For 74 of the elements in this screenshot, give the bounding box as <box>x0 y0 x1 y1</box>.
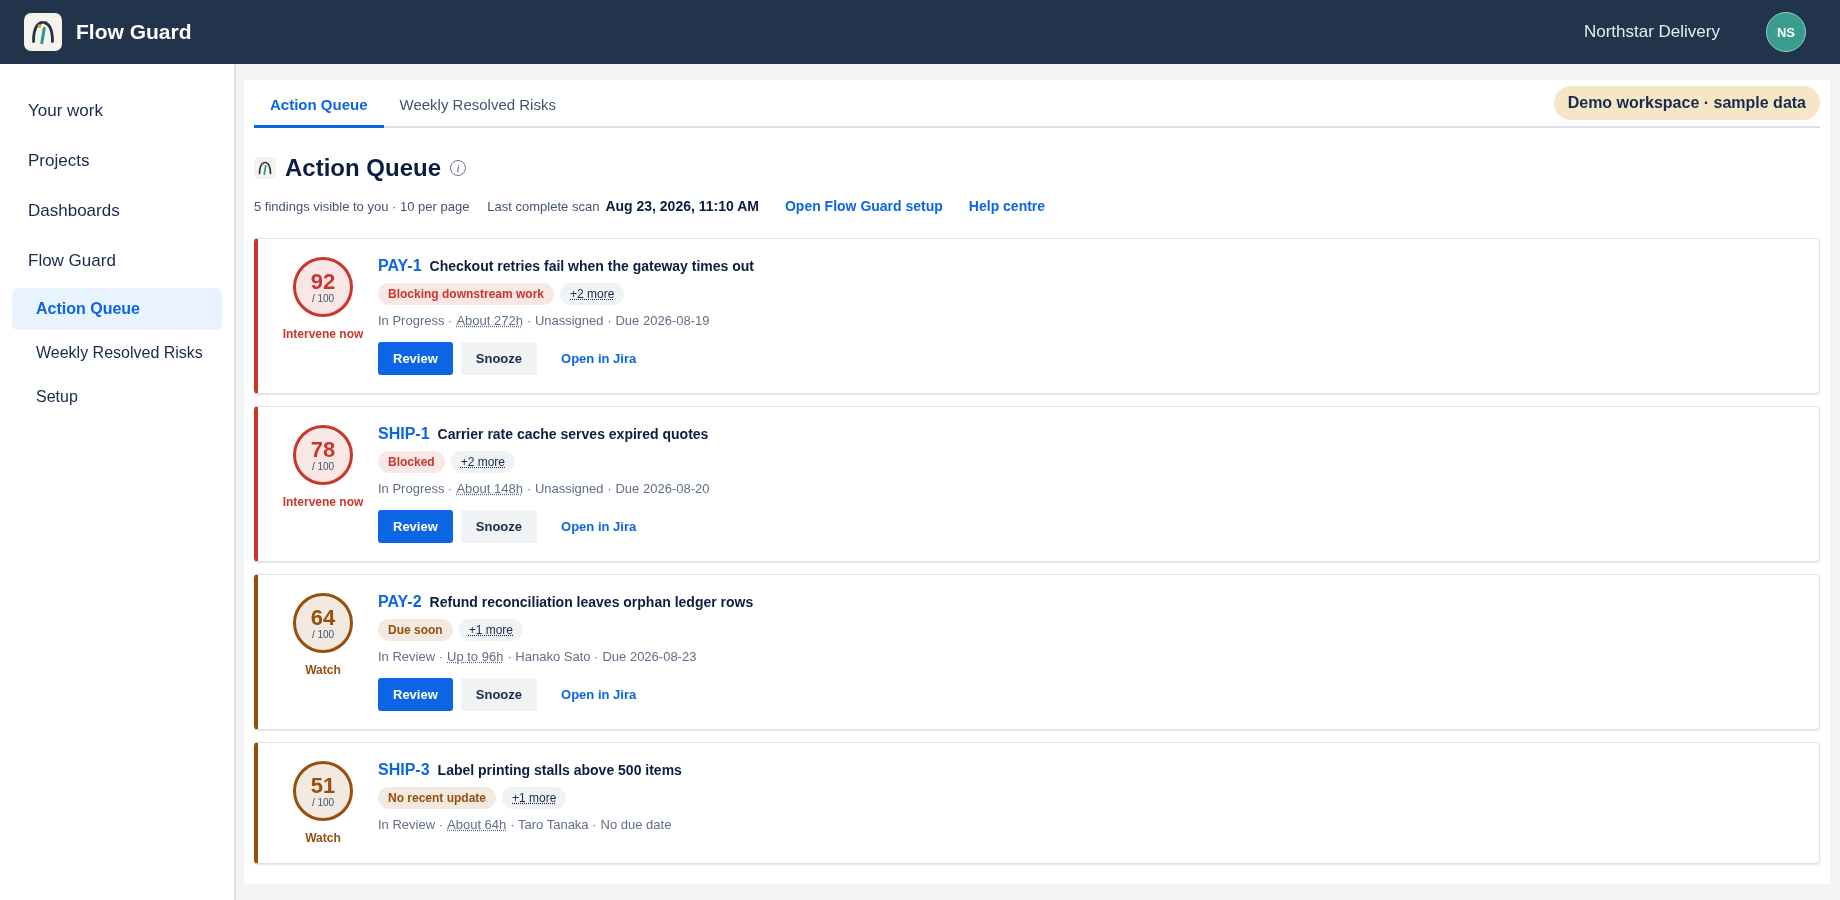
snooze-button[interactable]: Snooze <box>460 510 538 543</box>
risk-tag: Due soon <box>378 619 453 641</box>
issue-age[interactable]: About 272h <box>456 313 523 328</box>
findings-summary: 5 findings visible to you · 10 per page <box>254 199 470 214</box>
workspace-name[interactable]: Northstar Delivery <box>1583 22 1720 42</box>
open-link[interactable]: Open in Jira <box>545 510 653 543</box>
issue-key-link[interactable]: SHIP-1 <box>378 425 430 443</box>
score-value: 51 <box>310 774 336 797</box>
issue-due-date: No due date <box>600 817 672 832</box>
page-title: Action Queue <box>285 154 441 182</box>
finding-title: Checkout retries fail when the gateway times out <box>429 258 754 274</box>
sidebar-item[interactable]: Dashboards <box>12 186 222 236</box>
issue-due-date: Due 2026-08-19 <box>615 313 710 328</box>
score-max: / 100 <box>311 460 335 472</box>
open-link[interactable]: Open in Jira <box>545 342 653 375</box>
issue-status: In Progress · <box>378 481 453 496</box>
issue-status: In Progress · <box>378 313 453 328</box>
issue-status: In Review · <box>378 649 444 664</box>
sidebar-item[interactable]: Setup <box>12 376 222 418</box>
issue-key-link[interactable]: PAY-2 <box>378 593 422 611</box>
more-tags-chip[interactable]: +1 more <box>458 619 524 641</box>
issue-age[interactable]: Up to 96h <box>447 649 504 664</box>
issue-due-date: Due 2026-08-23 <box>602 649 697 664</box>
sidebar-item[interactable]: Projects <box>12 136 222 186</box>
user-avatar[interactable]: NS <box>1766 12 1806 52</box>
sidebar-item[interactable]: Flow Guard <box>12 236 222 286</box>
issue-assignee: · Taro Tanaka · <box>510 817 597 832</box>
finding-title: Carrier rate cache serves expired quotes <box>437 426 709 442</box>
logo-icon <box>254 157 276 179</box>
verdict-label: Intervene now <box>282 327 364 341</box>
score-value: 78 <box>310 438 336 461</box>
issue-assignee: · Hanako Sato · <box>507 649 599 664</box>
risk-tag: No recent update <box>378 787 496 809</box>
scan-label: Last complete scan <box>487 199 600 214</box>
verdict-label: Watch <box>305 663 341 677</box>
review-button[interactable]: Review <box>378 678 453 711</box>
logo-icon <box>24 13 62 51</box>
issue-key-link[interactable]: SHIP-3 <box>378 761 430 779</box>
app-name: Flow Guard <box>76 20 192 44</box>
more-tags-chip[interactable]: +2 more <box>560 283 625 305</box>
verdict-label: Watch <box>305 831 341 845</box>
snooze-button[interactable]: Snooze <box>460 678 538 711</box>
score-value: 64 <box>310 606 336 629</box>
score-value: 92 <box>310 270 336 293</box>
issue-assignee: · Unassigned · <box>526 313 612 328</box>
more-tags-chip[interactable]: +2 more <box>450 451 516 473</box>
risk-tag: Blocked <box>378 451 445 473</box>
issue-age[interactable]: About 64h <box>447 817 507 832</box>
snooze-button[interactable]: Snooze <box>460 342 538 375</box>
finding-title: Label printing stalls above 500 items <box>437 762 682 778</box>
verdict-label: Intervene now <box>282 495 364 509</box>
issue-due-date: Due 2026-08-20 <box>615 481 710 496</box>
tab[interactable]: Weekly Resolved Risks <box>383 80 572 128</box>
review-button[interactable]: Review <box>378 342 453 375</box>
review-button[interactable]: Review <box>378 510 453 543</box>
score-max: / 100 <box>311 628 335 640</box>
sidebar-item[interactable]: Action Queue <box>12 288 222 330</box>
issue-assignee: · Unassigned · <box>526 481 612 496</box>
sidebar-item[interactable]: Your work <box>12 86 222 136</box>
scan-time: Aug 23, 2026, 11:10 AM <box>605 198 759 214</box>
more-tags-chip[interactable]: +1 more <box>502 787 567 809</box>
finding-title: Refund reconciliation leaves orphan ledger rows <box>429 594 754 610</box>
help-link[interactable]: Help centre <box>968 198 1046 214</box>
open-link[interactable]: Open in Jira <box>545 678 653 711</box>
help-link[interactable]: Open Flow Guard setup <box>784 198 943 214</box>
sidebar-item[interactable]: Weekly Resolved Risks <box>12 332 222 374</box>
demo-badge: Demo workspace · sample data <box>1553 86 1820 120</box>
issue-status: In Review · <box>378 817 444 832</box>
risk-tag: Blocking downstream work <box>378 283 555 305</box>
issue-age[interactable]: About 148h <box>456 481 523 496</box>
tab[interactable]: Action Queue <box>254 80 384 128</box>
issue-key-link[interactable]: PAY-1 <box>378 257 422 275</box>
score-max: / 100 <box>311 796 335 808</box>
score-max: / 100 <box>311 292 335 304</box>
